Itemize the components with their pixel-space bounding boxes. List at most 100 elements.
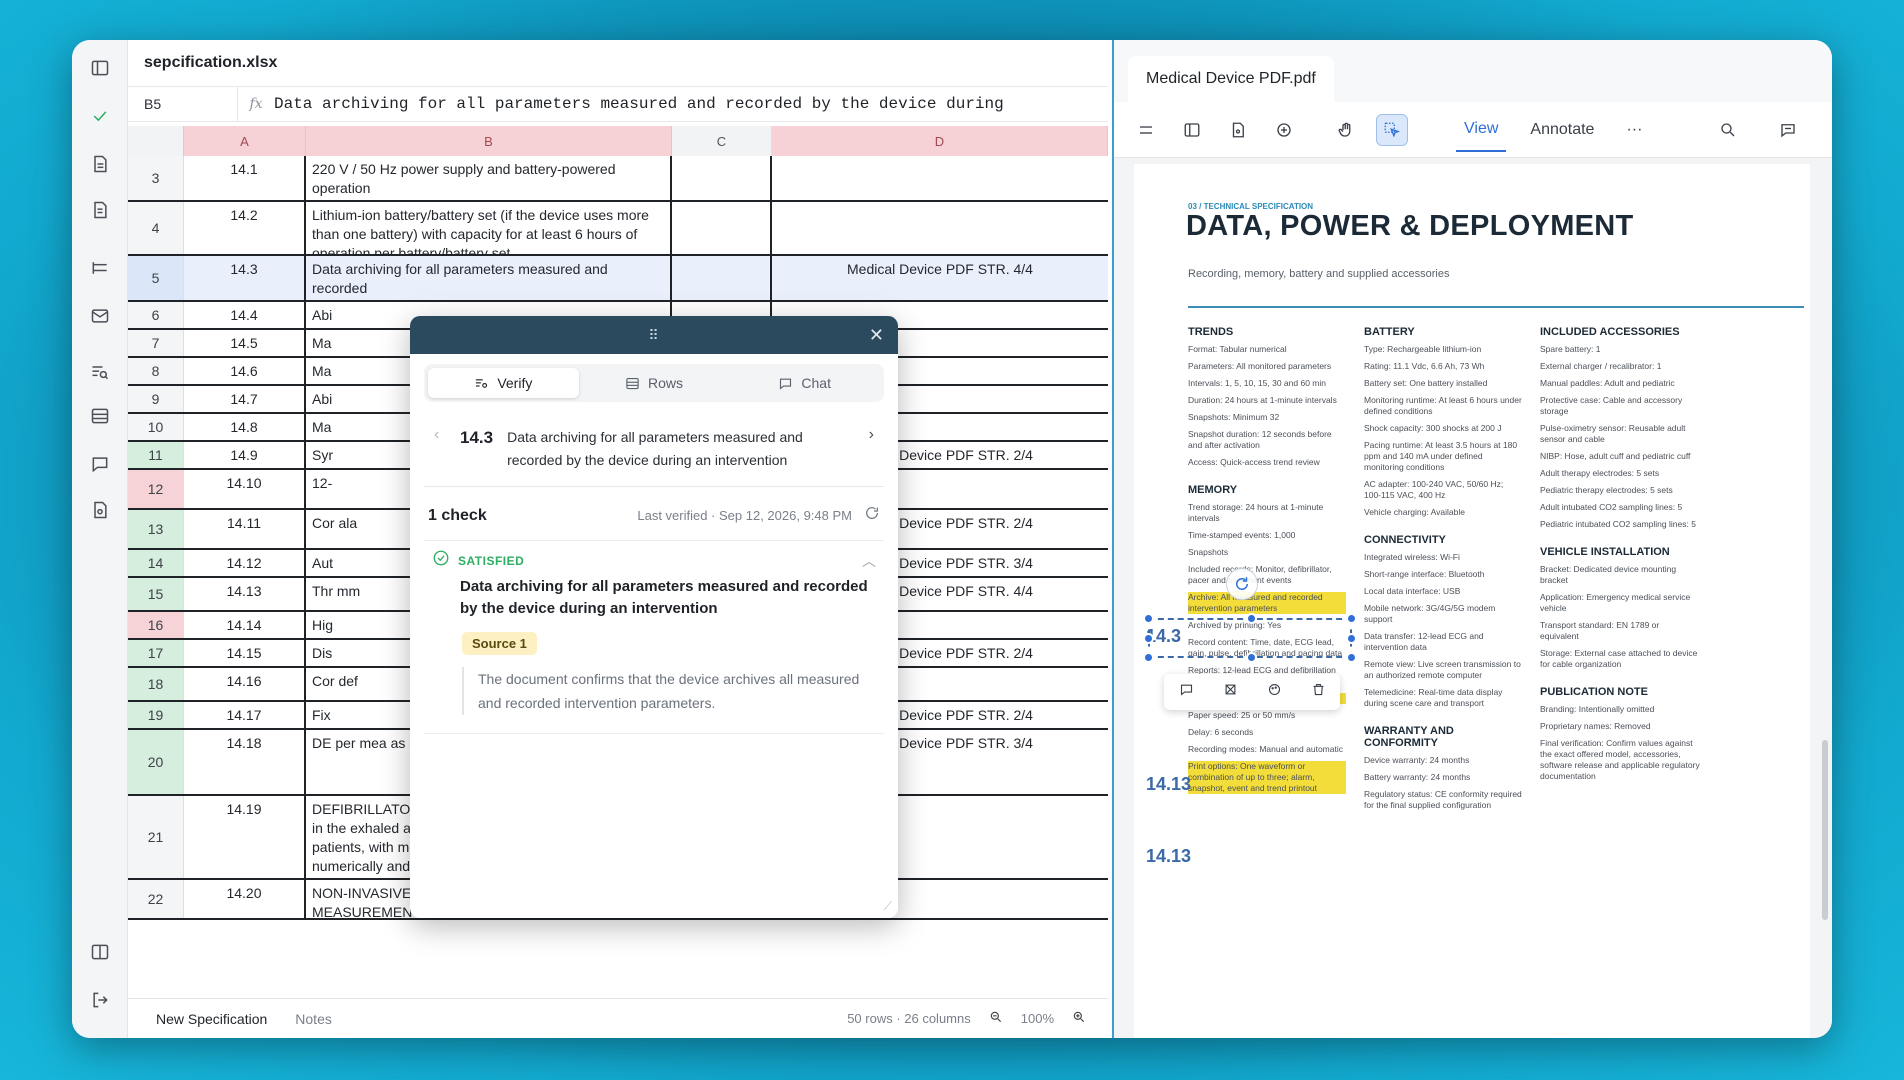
table-row[interactable]: 3 14.1 220 V / 50 Hz power supply and batt… [128, 156, 1108, 202]
search-list-icon[interactable] [86, 358, 114, 386]
tab-chat[interactable]: Chat [729, 368, 880, 398]
row-number[interactable]: 9 [128, 386, 184, 412]
table-row[interactable]: 4 14.2 Lithium-ion battery/battery set (if… [128, 202, 1108, 256]
row-number[interactable]: 8 [128, 358, 184, 384]
row-number[interactable]: 19 [128, 702, 184, 728]
cell-d[interactable] [772, 202, 1108, 254]
sidebar-panel-icon[interactable] [1176, 114, 1208, 146]
comment-icon[interactable] [86, 450, 114, 478]
sheet-tab-notes[interactable]: Notes [295, 1011, 332, 1027]
column-header-c[interactable]: C [672, 126, 772, 156]
row-number[interactable]: 4 [128, 202, 184, 254]
row-number[interactable]: 10 [128, 414, 184, 440]
pdf-scrollbar[interactable] [1822, 740, 1828, 920]
file-settings-icon[interactable] [86, 496, 114, 524]
panel-drag-handle[interactable]: ⠿ ✕ [410, 316, 898, 354]
cell-a[interactable]: 14.7 [184, 386, 306, 412]
select-pointer-icon[interactable] [1376, 113, 1408, 146]
row-number[interactable]: 11 [128, 442, 184, 468]
resize-handle[interactable] [1246, 652, 1257, 663]
mail-icon[interactable] [86, 302, 114, 330]
cell-c[interactable] [672, 256, 772, 300]
tab-rows[interactable]: Rows [579, 368, 730, 398]
cell-reference[interactable]: B5 [128, 87, 238, 121]
menu-icon[interactable] [1130, 114, 1162, 146]
sidebar-toggle-icon[interactable] [86, 54, 114, 82]
cell-a[interactable]: 14.10 [184, 470, 306, 508]
zoom-in-icon[interactable] [1072, 1010, 1086, 1027]
tree-list-icon[interactable] [86, 254, 114, 282]
cell-d[interactable]: Medical Device PDF STR. 4/4 [772, 256, 1108, 300]
cell-a[interactable]: 14.5 [184, 330, 306, 356]
table-icon[interactable] [86, 402, 114, 430]
resize-handle[interactable] [1143, 652, 1154, 663]
file-icon[interactable] [1222, 114, 1254, 146]
annotation-selection[interactable] [1143, 613, 1357, 663]
resize-handle-icon[interactable]: ⟋ [884, 899, 892, 914]
column-header-d[interactable]: D [772, 126, 1108, 156]
formula-input[interactable]: Data archiving for all parameters measur… [274, 95, 1004, 113]
search-icon[interactable] [1712, 114, 1744, 146]
resize-handle[interactable] [1143, 613, 1154, 624]
row-number[interactable]: 18 [128, 668, 184, 700]
cell-a[interactable]: 14.1 [184, 156, 306, 200]
comments-icon[interactable] [1772, 114, 1804, 146]
cell-a[interactable]: 14.11 [184, 510, 306, 548]
cell-b[interactable]: Lithium-ion battery/battery set (if the … [306, 202, 672, 254]
row-number[interactable]: 6 [128, 302, 184, 328]
row-number[interactable]: 14 [128, 550, 184, 576]
refresh-icon[interactable] [852, 505, 880, 526]
cell-b[interactable]: Data archiving for all parameters measur… [306, 256, 672, 300]
view-tab[interactable]: View [1456, 108, 1507, 152]
row-number[interactable]: 16 [128, 612, 184, 638]
row-number[interactable]: 21 [128, 796, 184, 878]
zoom-out-icon[interactable] [989, 1010, 1003, 1027]
row-number[interactable]: 13 [128, 510, 184, 548]
marker-14-13-a[interactable]: 14.13 [1146, 774, 1191, 795]
table-row[interactable]: 5 14.3 Data archiving for all parameters m… [128, 256, 1108, 302]
source-badge[interactable]: Source 1 [462, 632, 537, 655]
column-header-a[interactable]: A [184, 126, 306, 156]
resize-handle[interactable] [1346, 652, 1357, 663]
cell-a[interactable]: 14.6 [184, 358, 306, 384]
cell-a[interactable]: 14.2 [184, 202, 306, 254]
cell-c[interactable] [672, 202, 772, 254]
row-number[interactable]: 3 [128, 156, 184, 200]
collapse-chevron-icon[interactable]: ︿ [862, 551, 876, 571]
row-number[interactable]: 22 [128, 880, 184, 918]
add-circle-icon[interactable] [1268, 114, 1300, 146]
row-number[interactable]: 20 [128, 730, 184, 794]
annotation-comment-icon[interactable] [1179, 682, 1194, 702]
resize-handle[interactable] [1246, 613, 1257, 624]
cell-d[interactable] [772, 156, 1108, 200]
annotation-color-icon[interactable] [1267, 682, 1282, 702]
row-number[interactable]: 5 [128, 256, 184, 300]
cell-a[interactable]: 14.3 [184, 256, 306, 300]
logout-icon[interactable] [86, 986, 114, 1014]
annotation-link-icon[interactable] [1223, 682, 1238, 702]
tab-verify[interactable]: Verify [428, 368, 579, 398]
cell-a[interactable]: 14.20 [184, 880, 306, 918]
annotate-tab[interactable]: Annotate [1530, 121, 1594, 139]
cell-a[interactable]: 14.14 [184, 612, 306, 638]
cell-a[interactable]: 14.4 [184, 302, 306, 328]
corner-header[interactable] [128, 126, 184, 156]
more-options-icon[interactable]: ··· [1626, 121, 1642, 139]
row-number[interactable]: 17 [128, 640, 184, 666]
rotate-handle-icon[interactable] [1226, 568, 1258, 600]
marker-14-13-b[interactable]: 14.13 [1146, 846, 1191, 867]
cell-a[interactable]: 14.18 [184, 730, 306, 794]
cell-c[interactable] [672, 156, 772, 200]
cell-a[interactable]: 14.17 [184, 702, 306, 728]
previous-requirement-icon[interactable]: ‹ [434, 426, 460, 444]
cell-b[interactable]: 220 V / 50 Hz power supply and battery-p… [306, 156, 672, 200]
row-number[interactable]: 7 [128, 330, 184, 356]
cell-a[interactable]: 14.15 [184, 640, 306, 666]
cell-a[interactable]: 14.9 [184, 442, 306, 468]
cell-a[interactable]: 14.8 [184, 414, 306, 440]
close-icon[interactable]: ✕ [869, 325, 884, 346]
sheet-tab-new-specification[interactable]: New Specification [156, 1011, 267, 1027]
annotation-delete-icon[interactable] [1311, 682, 1326, 702]
row-number[interactable]: 12 [128, 470, 184, 508]
cell-a[interactable]: 14.16 [184, 668, 306, 700]
